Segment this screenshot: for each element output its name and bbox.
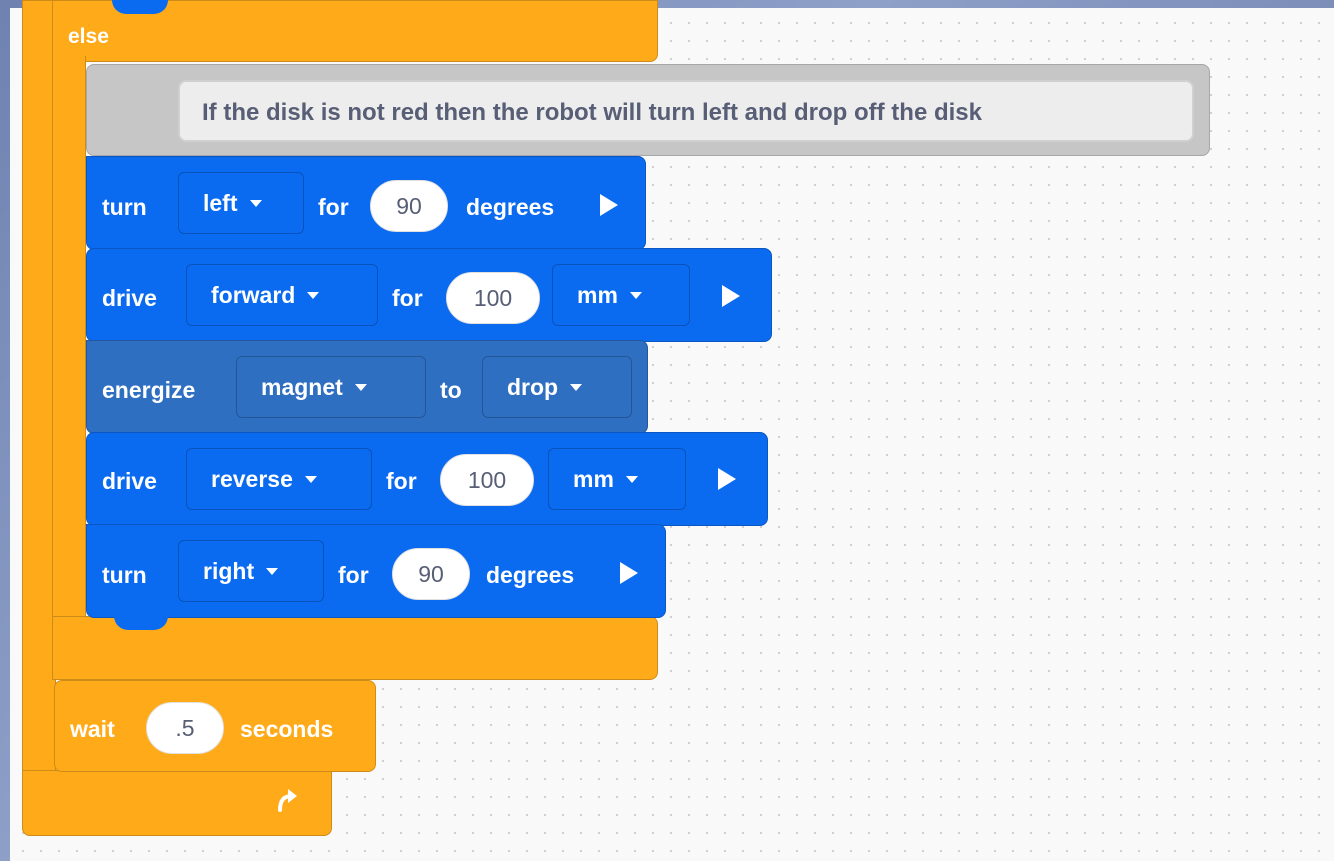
drive-amount-input[interactable]: 100 [440,454,534,506]
drive-label: drive [102,285,157,311]
magnet-action-value: drop [507,373,559,400]
chevron-down-icon [266,567,279,575]
drive-direction-value: forward [211,281,296,308]
if-else-block-arm[interactable] [52,56,86,680]
drive-unit-value: mm [573,465,614,492]
turn-right-block[interactable] [86,524,666,618]
else-label: else [68,25,109,48]
turn-amount-input[interactable]: 90 [370,180,448,232]
chevron-down-icon [307,291,320,299]
for-label: for [392,285,423,311]
for-label: for [338,562,369,588]
loop-block-arm[interactable] [22,0,56,836]
loop-arrow-icon [278,789,297,812]
run-step-icon[interactable] [718,468,736,490]
drive-unit-dropdown[interactable]: mm [552,264,690,326]
unit-label: degrees [486,562,575,588]
to-label: to [440,377,462,403]
drive-amount-input[interactable]: 100 [446,272,540,324]
for-label: for [386,468,417,494]
drive-unit-dropdown[interactable]: mm [548,448,686,510]
seconds-label: seconds [240,716,334,742]
drive-direction-dropdown[interactable]: forward [186,264,378,326]
unit-label: degrees [466,194,555,220]
drive-label: drive [102,468,157,494]
turn-label: turn [102,562,147,588]
magnet-dropdown[interactable]: magnet [236,356,426,418]
chevron-down-icon [304,475,317,483]
wait-amount-input[interactable]: .5 [146,702,224,754]
drive-unit-value: mm [577,281,618,308]
wait-label: wait [70,716,115,742]
drive-direction-dropdown[interactable]: reverse [186,448,372,510]
energize-label: energize [102,377,196,403]
turn-direction-dropdown[interactable]: right [178,540,324,602]
run-step-icon[interactable] [620,562,638,584]
chevron-down-icon [354,383,367,391]
magnet-value: magnet [261,373,343,400]
previous-block-notch [112,0,168,14]
chevron-down-icon [249,199,262,207]
magnet-action-dropdown[interactable]: drop [482,356,632,418]
turn-left-block[interactable] [86,156,646,250]
chevron-down-icon [629,291,642,299]
run-step-icon[interactable] [722,285,740,307]
turn-direction-dropdown[interactable]: left [178,172,304,234]
turn-direction-value: right [203,557,255,584]
for-label: for [318,194,349,220]
turn-direction-value: left [203,189,238,216]
chevron-down-icon [570,383,583,391]
turn-label: turn [102,194,147,220]
drive-direction-value: reverse [211,465,293,492]
run-step-icon[interactable] [600,194,618,216]
comment-text: If the disk is not red then the robot wi… [202,99,982,126]
block-notch [114,616,168,630]
chevron-down-icon [625,475,638,483]
turn-amount-input[interactable]: 90 [392,548,470,600]
